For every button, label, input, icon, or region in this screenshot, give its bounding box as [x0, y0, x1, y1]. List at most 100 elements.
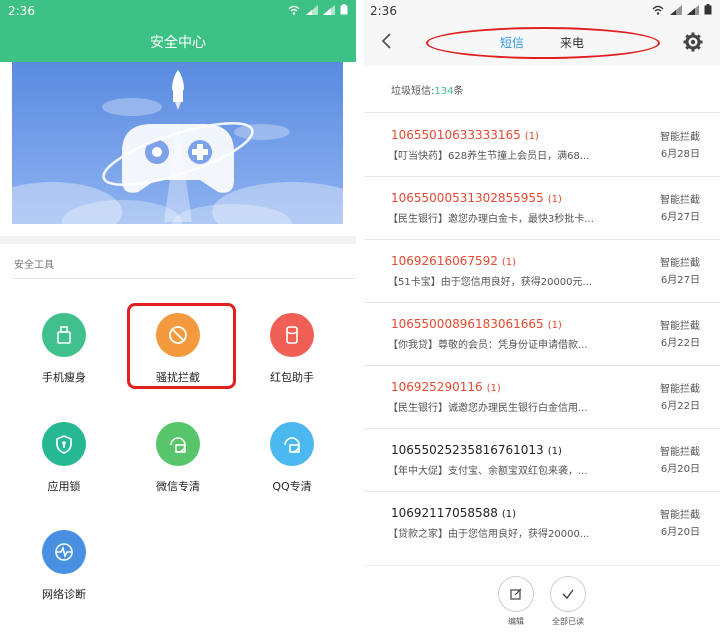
sender-number: 10692117058588 (1) [391, 506, 517, 520]
title-bar: 2:36 安全中心 [0, 0, 356, 62]
message-date: 6月27日 [660, 275, 700, 286]
message-count: (1) [547, 320, 562, 331]
sender-number: 10655000531302855955 (1) [391, 191, 562, 205]
game-controller-illustration [12, 70, 343, 224]
message-row[interactable]: 10655000896183061665 (1) 【你我贷】尊敬的会员：凭身份证申… [364, 303, 720, 365]
broom-icon [42, 313, 86, 357]
signal-icon [669, 5, 687, 18]
sender-number: 10655025235816761013 (1) [391, 443, 562, 457]
message-preview: 【叮当快药】628养生节撞上会员日，满68... [388, 151, 590, 162]
message-preview: 【民生银行】邀您办理白金卡，最快3秒批卡... [388, 214, 594, 225]
bottom-action-bar: 编辑 全部已读 [364, 565, 720, 633]
tabs-highlight-annotation [426, 27, 660, 59]
wifi-icon [288, 5, 305, 18]
sms-block-screen: 2:36 短信 来电 垃圾短信:134条 10655010633333165 (… [364, 0, 720, 633]
sender-number: 10655010633333165 (1) [391, 128, 539, 142]
divider [12, 278, 356, 279]
section-divider [0, 236, 356, 244]
block-tag: 智能拦截 [660, 384, 700, 395]
tool-network-diagnosis[interactable]: 网络诊断 [9, 530, 119, 620]
tab-sms[interactable]: 短信 [500, 34, 524, 51]
block-tag: 智能拦截 [660, 132, 700, 143]
tool-qq-clean[interactable]: QQ专清 [237, 422, 347, 512]
section-title: 安全工具 [14, 260, 54, 271]
battery-icon [340, 4, 348, 18]
spam-count-prefix: 垃圾短信: [391, 86, 435, 97]
message-row[interactable]: 10692117058588 (1) 【贷款之家】由于您信用良好，获得20000.… [364, 492, 720, 554]
message-preview: 【民生银行】诚邀您办理民生银行白金信用... [388, 403, 588, 414]
mark-all-read-label: 全部已读 [552, 617, 584, 626]
message-row[interactable]: 10692616067592 (1) 【51卡宝】由于您信用良好，获得20000元… [364, 240, 720, 302]
block-tag: 智能拦截 [660, 258, 700, 269]
edit-button[interactable] [498, 576, 534, 612]
message-date: 6月20日 [660, 464, 700, 475]
signal-icon [305, 5, 323, 18]
network-diagnosis-icon [42, 530, 86, 574]
block-tag: 智能拦截 [660, 195, 700, 206]
status-icons [288, 4, 348, 18]
tool-wechat-clean[interactable]: 微信专清 [123, 422, 233, 512]
chevron-left-icon [381, 33, 391, 49]
message-date: 6月27日 [660, 212, 700, 223]
signal-icon [686, 5, 704, 18]
spam-count-value: 134 [434, 86, 454, 97]
message-preview: 【51卡宝】由于您信用良好，获得20000元... [388, 277, 593, 288]
message-count: (1) [501, 257, 517, 268]
highlight-annotation [127, 303, 236, 389]
message-date: 6月28日 [660, 149, 700, 160]
status-time: 2:36 [370, 4, 397, 18]
page-title: 安全中心 [150, 35, 206, 51]
edit-label: 编辑 [508, 617, 524, 626]
message-row[interactable]: 10655025235816761013 (1) 【年中大促】支付宝、余额宝双红包… [364, 429, 720, 491]
message-row[interactable]: 10655010633333165 (1) 【叮当快药】628养生节撞上会员日，满… [364, 114, 720, 176]
tool-phone-cleanup[interactable]: 手机瘦身 [9, 313, 119, 403]
settings-button[interactable] [682, 31, 704, 53]
checkmark-icon [562, 589, 574, 600]
message-count: (1) [486, 383, 501, 394]
sender-number: 10692616067592 (1) [391, 254, 517, 268]
message-preview: 【你我贷】尊敬的会员：凭身份证申请借款... [388, 340, 588, 351]
wechat-clean-icon [156, 422, 200, 466]
sender-number: 10655000896183061665 (1) [391, 317, 562, 331]
tool-red-packet[interactable]: 红包助手 [237, 313, 347, 403]
message-date: 6月20日 [660, 527, 700, 538]
tool-label: 红包助手 [270, 371, 314, 384]
sender-number: 106925290116 (1) [391, 380, 501, 394]
tool-label: 微信专清 [156, 480, 200, 493]
panel-divider [356, 0, 364, 633]
tool-label: 手机瘦身 [42, 371, 86, 384]
security-center-screen: 2:36 安全中心 安全工具 手机瘦身 骚扰拦截 红包助手 应用锁 微信专清 Q… [0, 0, 356, 633]
gear-icon [683, 32, 703, 52]
tool-label: 网络诊断 [42, 588, 86, 601]
red-packet-icon [270, 313, 314, 357]
header-bar: 2:36 短信 来电 [364, 0, 720, 66]
wifi-icon [652, 5, 669, 18]
message-preview: 【年中大促】支付宝、余额宝双红包来袭，... [388, 466, 588, 477]
edit-icon [510, 588, 522, 600]
message-preview: 【贷款之家】由于您信用良好，获得20000... [388, 529, 590, 540]
battery-icon [704, 4, 712, 18]
spam-count-suffix: 条 [453, 86, 464, 97]
spam-count-summary: 垃圾短信:134条 [391, 82, 463, 97]
message-date: 6月22日 [660, 338, 700, 349]
shield-lock-icon [42, 422, 86, 466]
block-tag: 智能拦截 [660, 321, 700, 332]
message-row[interactable]: 106925290116 (1) 【民生银行】诚邀您办理民生银行白金信用... 智… [364, 366, 720, 428]
divider [364, 112, 720, 113]
message-count: (1) [547, 446, 562, 457]
message-count: (1) [547, 194, 562, 205]
tab-calls[interactable]: 来电 [560, 34, 584, 51]
signal-icon [322, 5, 340, 18]
status-time: 2:36 [8, 4, 35, 18]
message-row[interactable]: 10655000531302855955 (1) 【民生银行】邀您办理白金卡，最快… [364, 177, 720, 239]
banner-image [12, 62, 343, 224]
status-icons [652, 4, 712, 18]
block-tag: 智能拦截 [660, 510, 700, 521]
message-count: (1) [501, 509, 517, 520]
mark-all-read-button[interactable] [550, 576, 586, 612]
message-count: (1) [524, 131, 539, 142]
qq-clean-icon [270, 422, 314, 466]
status-bar: 2:36 [0, 0, 356, 22]
tool-app-lock[interactable]: 应用锁 [9, 422, 119, 512]
back-button[interactable] [378, 30, 396, 52]
